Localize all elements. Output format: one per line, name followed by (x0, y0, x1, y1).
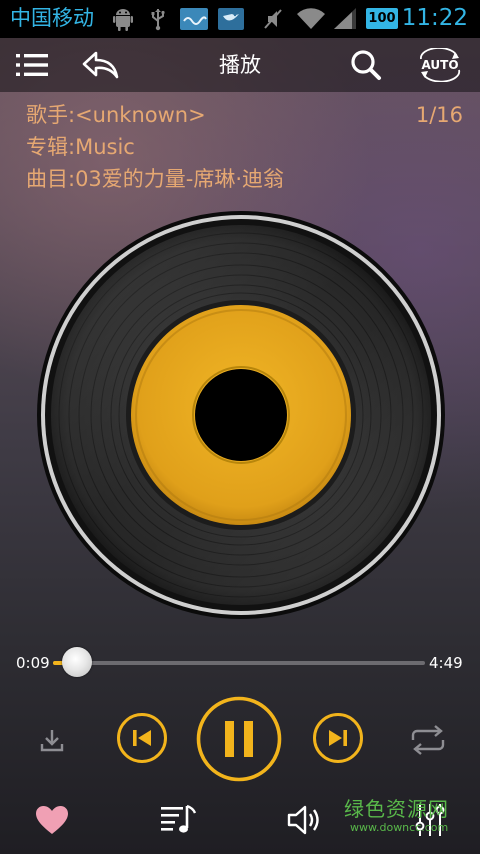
next-icon (313, 713, 363, 763)
artist-text: 歌手:<unknown> (26, 103, 206, 127)
progress-bar[interactable] (53, 661, 425, 665)
top-toolbar: 播放 AUTO (0, 38, 480, 92)
total-time: 4:49 (429, 654, 463, 672)
repeat-icon (411, 725, 445, 755)
search-icon (351, 50, 381, 80)
signal-strength-icon (332, 7, 358, 31)
auto-label: AUTO (421, 58, 458, 72)
watermark-title: 绿色资源网 (344, 797, 449, 821)
previous-button[interactable] (116, 712, 168, 764)
elapsed-time: 0:09 (16, 654, 50, 672)
heart-icon (36, 806, 68, 834)
playlist-button[interactable] (154, 796, 202, 844)
album-text: 专辑:Music (26, 135, 135, 159)
playlist-icon (161, 804, 197, 833)
music-player-screen: 中国移动 100 11:22 播放 AUTO 歌手:<unknown> 专辑:M… (0, 0, 480, 854)
vinyl-record-art (37, 211, 445, 619)
auto-rotate-button[interactable]: AUTO (414, 46, 466, 84)
carrier-name: 中国移动 (10, 6, 94, 30)
pause-button[interactable] (196, 696, 282, 782)
watermark-url: www.downcc.com (350, 821, 449, 834)
battery-indicator: 100 (366, 8, 398, 29)
download-icon (40, 730, 64, 752)
status-time: 11:22 (401, 5, 468, 31)
volume-icon (287, 805, 319, 835)
auto-rotate-icon: AUTO (420, 48, 461, 82)
progress-thumb[interactable] (61, 647, 92, 677)
search-button[interactable] (346, 46, 386, 84)
download-button[interactable] (32, 718, 72, 762)
android-debug-icon (112, 7, 134, 31)
status-bar: 中国移动 100 11:22 (0, 0, 480, 38)
favorite-button[interactable] (28, 796, 76, 844)
track-index: 1/16 (415, 103, 463, 127)
repeat-button[interactable] (406, 718, 450, 762)
usb-icon (148, 7, 168, 31)
watermark: 绿色资源网 www.downcc.com (344, 797, 468, 834)
previous-icon (117, 713, 167, 763)
volume-button[interactable] (280, 796, 328, 844)
next-button[interactable] (312, 712, 364, 764)
page-title: 播放 (219, 53, 261, 77)
track-title-text: 曲目:03爱的力量-席琳·迪翁 (26, 167, 285, 191)
notification-app-icon (180, 7, 208, 31)
vinyl-record (36, 210, 446, 620)
mute-vibrate-icon (262, 7, 284, 31)
wifi-icon (296, 7, 326, 31)
pause-icon (196, 696, 282, 782)
bird-notification-icon (218, 7, 244, 31)
